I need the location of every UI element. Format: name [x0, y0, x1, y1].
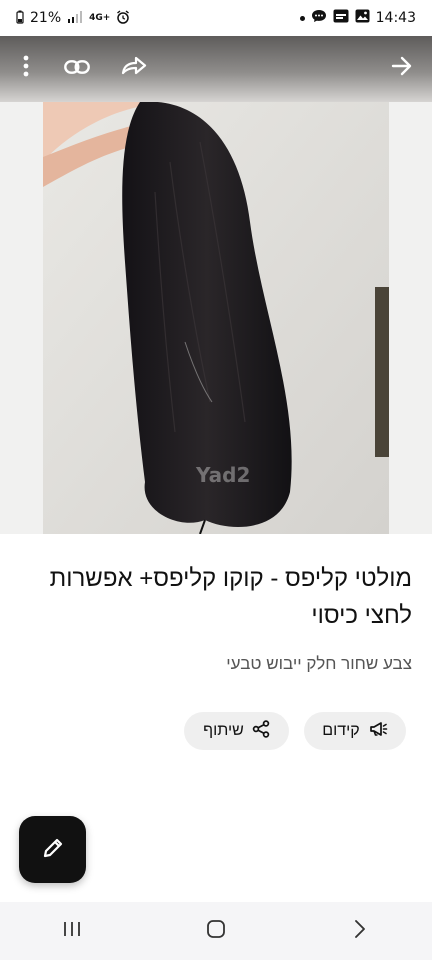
edit-fab-button[interactable]: [19, 816, 86, 883]
top-action-bar: [0, 36, 432, 102]
home-icon: [206, 919, 226, 943]
forward-icon: [120, 56, 148, 80]
more-options-button[interactable]: [6, 50, 46, 86]
link-icon: [64, 59, 90, 78]
signal-bars-icon: [67, 10, 83, 26]
back-arrow-button[interactable]: [382, 50, 422, 86]
back-icon: [353, 919, 367, 943]
status-right: 14:43: [299, 9, 416, 27]
hair-piece-image: Yad2: [43, 102, 389, 534]
promote-button[interactable]: קידום: [304, 712, 406, 750]
status-left: 21% 4G+: [16, 9, 130, 27]
home-button[interactable]: [186, 911, 246, 951]
listing-photo[interactable]: Yad2: [0, 102, 432, 534]
alarm-icon: [116, 9, 130, 27]
share-button[interactable]: שיתוף: [184, 712, 289, 750]
gallery-icon: [355, 9, 370, 27]
app-notification-icon: [333, 9, 349, 27]
share-icon: [252, 719, 270, 743]
megaphone-icon: [368, 720, 388, 743]
arrow-right-icon: [391, 56, 413, 80]
listing-title: מולטי קליפס - קוקו קליפס+ אפשרות לחצי כי…: [49, 565, 412, 629]
back-button[interactable]: [330, 911, 390, 951]
recents-button[interactable]: [42, 911, 102, 951]
status-bar: 21% 4G+ 14:43: [0, 0, 432, 36]
listing-subtitle: צבע שחור חלק ייבוש טבעי: [226, 654, 412, 673]
forward-button[interactable]: [114, 50, 154, 86]
pencil-icon: [41, 836, 65, 864]
system-nav-bar: [0, 902, 432, 960]
battery-percent: 21%: [30, 10, 62, 26]
recents-icon: [62, 920, 82, 942]
notification-dot-icon: [299, 15, 305, 21]
battery-icon: [16, 10, 24, 27]
chat-icon: [311, 9, 327, 27]
network-type: 4G+: [89, 12, 111, 23]
clock-time: 14:43: [375, 10, 416, 26]
copy-link-button[interactable]: [57, 50, 97, 86]
photo-watermark: Yad2: [195, 463, 250, 487]
promote-label: קידום: [322, 722, 360, 739]
share-label: שיתוף: [203, 722, 244, 739]
more-vertical-icon: [23, 55, 29, 81]
